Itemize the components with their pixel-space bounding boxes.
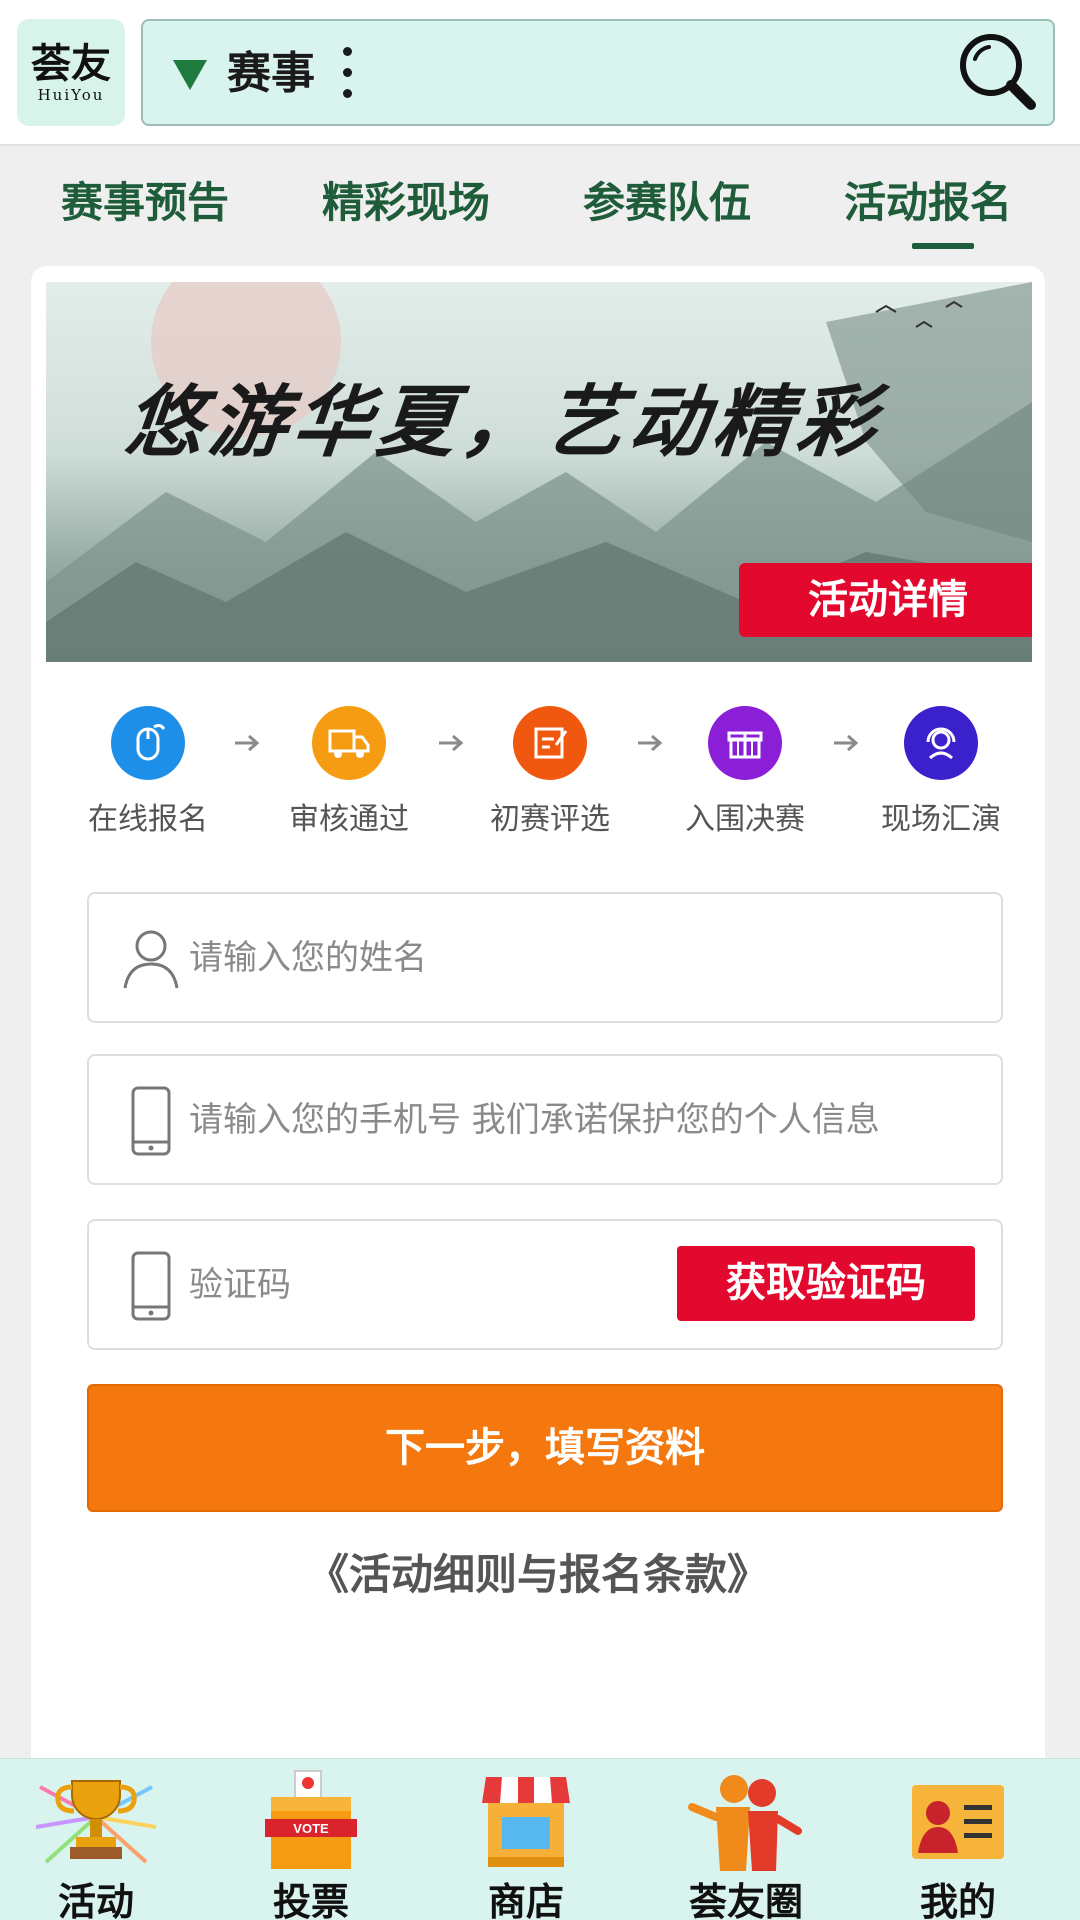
app-logo[interactable]: 荟友 HuiYou (17, 19, 125, 126)
search-category-select[interactable]: 赛事 (227, 47, 315, 101)
tab-registration[interactable]: 活动报名 (828, 178, 1028, 228)
trophy-icon (36, 1780, 156, 1864)
edit-icon (513, 706, 587, 780)
headset-icon (904, 706, 978, 780)
event-banner[interactable]: 悠游华夏，艺动精彩 活动详情 (46, 282, 1032, 662)
search-icon[interactable] (953, 29, 1041, 117)
dropdown-triangle-icon[interactable] (173, 60, 207, 90)
tab-highlights[interactable]: 精彩现场 (306, 178, 506, 228)
arrow-right-icon (638, 734, 663, 752)
step-finals: 入围决赛 (665, 706, 825, 838)
verification-code-field[interactable]: 获取验证码 (87, 1219, 1003, 1350)
step-preliminary: 初赛评选 (470, 706, 630, 838)
nav-item-vote[interactable]: VOTE 投票 (211, 1759, 411, 1920)
friends-icon (688, 1775, 802, 1871)
get-code-button[interactable]: 获取验证码 (677, 1246, 975, 1321)
active-tab-indicator (912, 243, 974, 249)
terms-link[interactable]: 《活动细则与报名条款》 (31, 1541, 1045, 1602)
arrow-right-icon (834, 734, 859, 752)
arrow-right-icon (439, 734, 464, 752)
nav-label: 投票 (272, 1880, 349, 1920)
truck-icon (312, 706, 386, 780)
nav-item-store[interactable]: 商店 (426, 1759, 626, 1920)
step-label: 现场汇演 (881, 802, 1001, 837)
next-step-button[interactable]: 下一步，填写资料 (87, 1384, 1003, 1512)
profile-card-icon (912, 1785, 1004, 1859)
nav-label: 活动 (57, 1880, 134, 1920)
registration-steps: 在线报名 审核通过 初赛评选 入围决赛 现场汇演 (31, 706, 1045, 846)
registration-card: 悠游华夏，艺动精彩 活动详情 在线报名 审核通过 初赛评选 入围决赛 现场汇演 … (31, 266, 1045, 1920)
event-details-button[interactable]: 活动详情 (739, 563, 1032, 637)
step-label: 审核通过 (289, 802, 409, 837)
search-bar[interactable]: 赛事 (141, 19, 1055, 126)
step-label: 初赛评选 (490, 802, 610, 837)
logo-text-cn: 荟友 (31, 39, 111, 87)
phone-icon (131, 1086, 171, 1156)
nav-item-activities[interactable]: 活动 (0, 1759, 196, 1920)
nav-label: 我的 (919, 1880, 996, 1920)
step-review-passed: 审核通过 (269, 706, 429, 838)
nav-label: 商店 (487, 1880, 564, 1920)
svg-text:VOTE: VOTE (293, 1821, 329, 1836)
logo-text-en: HuiYou (37, 85, 105, 104)
verification-code-input[interactable] (189, 1249, 649, 1321)
app-header: 荟友 HuiYou 赛事 (0, 0, 1080, 146)
ballot-box-icon: VOTE (265, 1770, 357, 1869)
phone-icon (131, 1251, 171, 1321)
tab-event-preview[interactable]: 赛事预告 (45, 178, 245, 228)
nav-item-friends-circle[interactable]: 荟友圈 (646, 1759, 846, 1920)
store-icon (482, 1777, 570, 1867)
bottom-nav: 活动 VOTE 投票 商店 荟友圈 我的 (0, 1758, 1080, 1920)
more-vertical-icon[interactable] (343, 47, 353, 105)
step-label: 在线报名 (88, 802, 208, 837)
mouse-icon (111, 706, 185, 780)
phone-input[interactable] (189, 1084, 969, 1156)
user-icon (123, 930, 179, 989)
nav-item-me[interactable]: 我的 (858, 1759, 1058, 1920)
phone-field[interactable] (87, 1054, 1003, 1185)
name-input[interactable] (189, 922, 969, 994)
arrow-right-icon (235, 734, 260, 752)
name-field[interactable] (87, 892, 1003, 1023)
step-label: 入围决赛 (685, 802, 805, 837)
banner-title: 悠游华夏，艺动精彩 (120, 377, 887, 468)
gift-icon (708, 706, 782, 780)
category-tabs: 赛事预告 精彩现场 参赛队伍 活动报名 (0, 148, 1080, 249)
tab-teams[interactable]: 参赛队伍 (567, 178, 767, 228)
step-online-signup: 在线报名 (68, 706, 228, 838)
nav-label: 荟友圈 (688, 1880, 803, 1920)
step-live-show: 现场汇演 (861, 706, 1021, 838)
